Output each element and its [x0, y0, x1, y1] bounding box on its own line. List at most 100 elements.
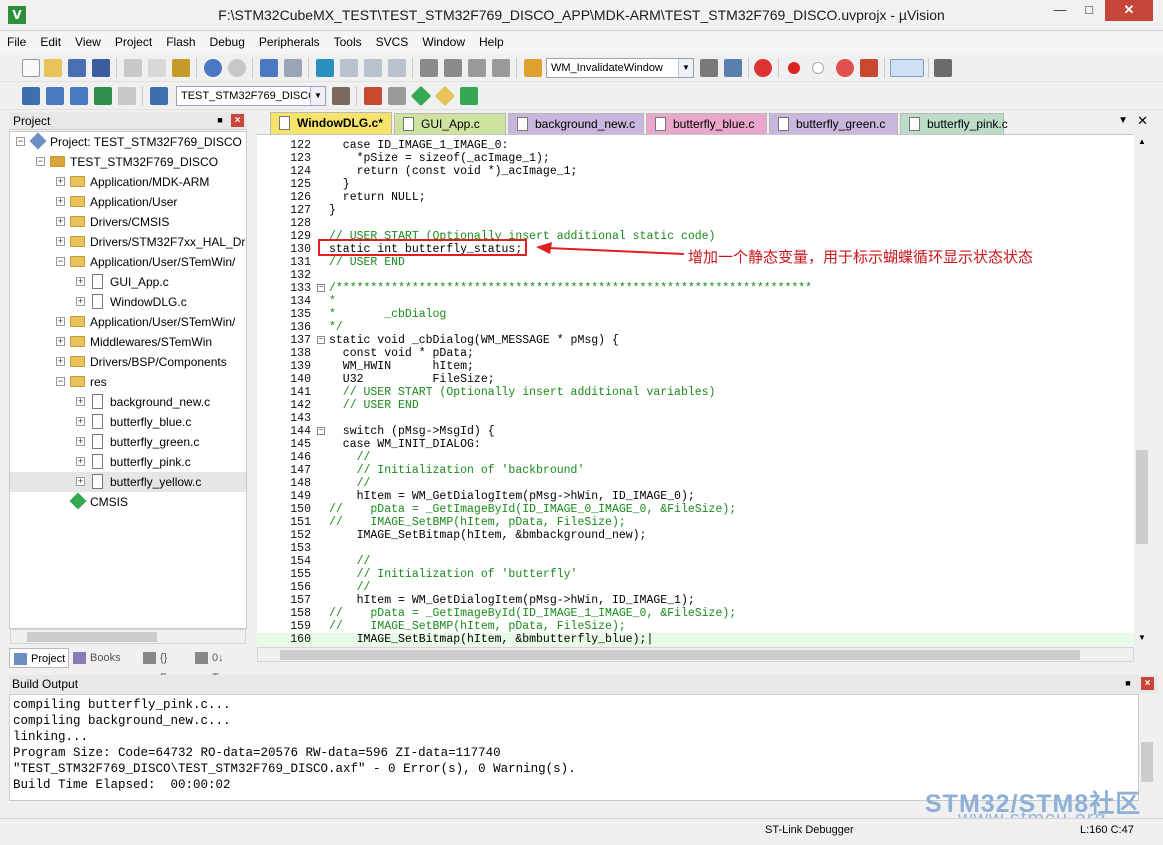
load-download-icon[interactable]	[150, 87, 168, 105]
chevron-down-icon[interactable]: ▼	[678, 59, 693, 77]
rebuild-icon[interactable]	[70, 87, 88, 105]
tree-item[interactable]: − TEST_STM32F769_DISCO	[10, 152, 246, 172]
menu-item-help[interactable]: Help	[472, 31, 511, 53]
code-editor[interactable]: 122 case ID_IMAGE_1_IMAGE_0: 123 *pSize =…	[257, 134, 1134, 646]
panel-tab-2[interactable]: {} Func...	[139, 648, 194, 684]
tree-item[interactable]: + GUI_App.c	[10, 272, 246, 292]
disable-breakpoints-icon[interactable]	[836, 59, 854, 77]
tree-item[interactable]: + Drivers/CMSIS	[10, 212, 246, 232]
enable-breakpoint-icon[interactable]	[812, 62, 824, 74]
project-hscrollbar[interactable]	[10, 629, 246, 644]
menu-item-peripherals[interactable]: Peripherals	[252, 31, 327, 53]
pin-icon[interactable]: ■	[214, 114, 226, 126]
collapse-icon[interactable]: −	[36, 157, 45, 166]
close-panel-icon[interactable]: ×	[1141, 677, 1154, 690]
menu-item-flash[interactable]: Flash	[159, 31, 202, 53]
file-extensions-icon[interactable]	[364, 87, 382, 105]
expand-icon[interactable]: +	[76, 277, 85, 286]
expand-icon[interactable]: +	[56, 197, 65, 206]
navigate-forward-icon[interactable]	[284, 59, 302, 77]
tree-item[interactable]: + WindowDLG.c	[10, 292, 246, 312]
panel-tab-3[interactable]: 0↓ Temp...	[191, 648, 248, 684]
prev-bookmark-icon[interactable]	[340, 59, 358, 77]
find-icon[interactable]	[700, 59, 718, 77]
tree-item[interactable]: + Drivers/BSP/Components	[10, 352, 246, 372]
unindent-icon[interactable]	[444, 59, 462, 77]
batch-build-icon[interactable]	[94, 87, 112, 105]
panel-tab-1[interactable]: Books	[69, 648, 139, 668]
menu-item-file[interactable]: File	[0, 31, 33, 53]
save-icon[interactable]	[68, 59, 86, 77]
panel-tab-0[interactable]: Project	[9, 648, 69, 668]
insert-breakpoint-icon[interactable]	[788, 62, 800, 74]
editor-tab-2[interactable]: GUI_App.c	[394, 113, 506, 134]
indent-icon[interactable]	[420, 59, 438, 77]
tab-list-chevron-icon[interactable]: ▼	[1118, 115, 1128, 126]
menu-item-tools[interactable]: Tools	[327, 31, 369, 53]
menu-item-debug[interactable]: Debug	[203, 31, 252, 53]
tree-item[interactable]: + Middlewares/STemWin	[10, 332, 246, 352]
comment-icon[interactable]	[468, 59, 486, 77]
pack-installer-icon[interactable]	[434, 85, 456, 107]
manage-components-icon[interactable]	[388, 87, 406, 105]
menu-item-svcs[interactable]: SVCS	[369, 31, 416, 53]
close-panel-icon[interactable]: ×	[231, 114, 244, 127]
expand-icon[interactable]: +	[56, 337, 65, 346]
debug-session-icon[interactable]	[754, 59, 772, 77]
tree-item[interactable]: + background_new.c	[10, 392, 246, 412]
expand-icon[interactable]: +	[76, 437, 85, 446]
copy-icon[interactable]	[148, 59, 166, 77]
menu-item-project[interactable]: Project	[108, 31, 159, 53]
tree-item[interactable]: + butterfly_green.c	[10, 432, 246, 452]
close-tab-icon[interactable]: ✕	[1137, 113, 1148, 129]
open-folder-icon[interactable]	[44, 59, 62, 77]
minimize-button[interactable]: —	[1046, 0, 1074, 21]
clear-bookmarks-icon[interactable]	[388, 59, 406, 77]
pin-icon[interactable]: ■	[1122, 677, 1134, 689]
uncomment-icon[interactable]	[492, 59, 510, 77]
menu-item-view[interactable]: View	[68, 31, 108, 53]
undo-icon[interactable]	[204, 59, 222, 77]
fold-toggle-icon[interactable]: −	[317, 336, 325, 344]
expand-icon[interactable]: +	[76, 297, 85, 306]
menu-item-window[interactable]: Window	[415, 31, 472, 53]
redo-icon[interactable]	[228, 59, 246, 77]
select-software-packs-icon[interactable]	[460, 87, 478, 105]
expand-icon[interactable]: +	[76, 397, 85, 406]
kill-breakpoints-icon[interactable]	[860, 59, 878, 77]
tree-item[interactable]: CMSIS	[10, 492, 246, 512]
configure-icon[interactable]	[934, 59, 952, 77]
editor-tab-3[interactable]: background_new.c	[508, 113, 644, 134]
editor-tab-5[interactable]: butterfly_green.c	[769, 113, 898, 134]
collapse-icon[interactable]: −	[56, 377, 65, 386]
find-in-files-icon[interactable]	[524, 59, 542, 77]
expand-icon[interactable]: +	[76, 457, 85, 466]
build-icon[interactable]	[46, 87, 64, 105]
expand-icon[interactable]: +	[56, 357, 65, 366]
save-all-icon[interactable]	[92, 59, 110, 77]
tree-item[interactable]: + butterfly_blue.c	[10, 412, 246, 432]
collapse-icon[interactable]: −	[16, 137, 25, 146]
expand-icon[interactable]: +	[56, 317, 65, 326]
editor-vscrollbar[interactable]: ▲ ▼	[1134, 134, 1150, 646]
maximize-button[interactable]: □	[1075, 0, 1103, 21]
expand-icon[interactable]: +	[76, 477, 85, 486]
tree-item[interactable]: + butterfly_yellow.c	[10, 472, 246, 492]
expand-icon[interactable]: +	[56, 237, 65, 246]
navigate-back-icon[interactable]	[260, 59, 278, 77]
collapse-icon[interactable]: −	[56, 257, 65, 266]
tree-item[interactable]: + Application/User/STemWin/	[10, 312, 246, 332]
tree-item[interactable]: + butterfly_pink.c	[10, 452, 246, 472]
expand-icon[interactable]: +	[76, 417, 85, 426]
stop-build-icon[interactable]	[118, 87, 136, 105]
fold-toggle-icon[interactable]: −	[317, 427, 325, 435]
function-combo[interactable]: WM_InvalidateWindow ▼	[546, 58, 694, 78]
target-combo[interactable]: TEST_STM32F769_DISCO ▼	[176, 86, 326, 106]
editor-tab-1[interactable]: WindowDLG.c*	[270, 112, 392, 134]
translate-icon[interactable]	[22, 87, 40, 105]
tree-item[interactable]: − Application/User/STemWin/	[10, 252, 246, 272]
editor-tab-6[interactable]: butterfly_pink.c	[900, 113, 1008, 134]
cut-icon[interactable]	[124, 59, 142, 77]
tree-item[interactable]: − res	[10, 372, 246, 392]
editor-tab-4[interactable]: butterfly_blue.c	[646, 113, 767, 134]
